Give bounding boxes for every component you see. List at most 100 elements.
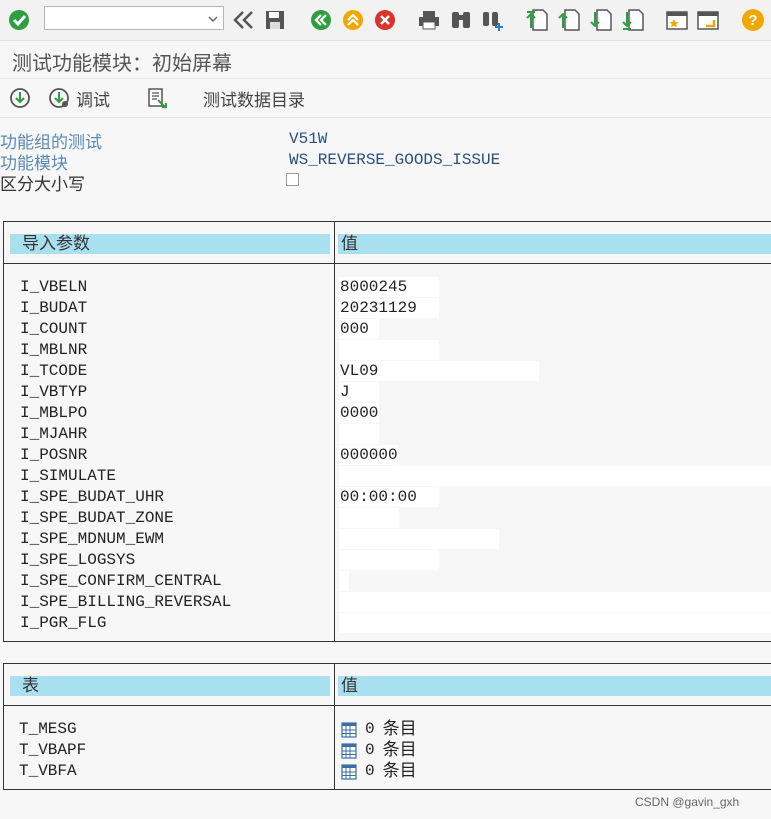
table-row: I_BUDAT 20231129 [4, 298, 771, 319]
enter-icon[interactable] [7, 8, 31, 32]
table-row: I_MBLNR [4, 340, 771, 361]
new-session-icon[interactable] [696, 8, 720, 32]
param-value-input[interactable]: J [339, 382, 379, 402]
test-data-directory-label-btn[interactable]: 测试数据目录 [203, 87, 305, 111]
param-value-input[interactable]: 8000245 [339, 277, 439, 297]
param-value-input[interactable]: 000 [339, 319, 379, 339]
table-row: I_MBLPO 0000 [4, 403, 771, 424]
param-name: I_SPE_CONFIRM_CENTRAL [20, 572, 222, 590]
param-name: I_MBLNR [20, 341, 88, 359]
import-values-header: 值 [338, 234, 771, 254]
header-separator [4, 263, 771, 264]
table-row: T_VBFA 0 条目 [4, 761, 771, 782]
cancel-icon[interactable] [373, 8, 397, 32]
next-page-icon[interactable] [589, 8, 613, 32]
bookmark-icon[interactable] [665, 8, 689, 32]
function-module-value: WS_REVERSE_GOODS_ISSUE [289, 151, 501, 169]
table-row: I_SPE_BUDAT_ZONE [4, 508, 771, 529]
table-row: I_SPE_MDNUM_EWM [4, 529, 771, 550]
param-name: I_MJAHR [20, 425, 88, 443]
save-icon[interactable] [263, 8, 287, 32]
test-data-directory-icon [148, 88, 167, 108]
command-input[interactable] [49, 8, 203, 30]
tables-panel: 表 值 T_MESG 0 条目 T_VBAPF 0 条目 T_VBFA 0 条目 [3, 663, 771, 790]
table-row: I_VBTYP J [4, 382, 771, 403]
table-entries-button[interactable]: 0 条目 [341, 740, 417, 761]
execute-button[interactable] [9, 87, 37, 109]
param-name: I_BUDAT [20, 299, 88, 317]
param-name: I_COUNT [20, 320, 88, 338]
param-value-input[interactable] [339, 550, 439, 570]
param-name: I_VBTYP [20, 383, 88, 401]
table-param-name: T_VBFA [19, 762, 77, 780]
entry-suffix: 条目 [382, 761, 417, 781]
exit-icon[interactable] [341, 8, 365, 32]
import-params-header: 导入参数 [10, 234, 330, 254]
param-value-input[interactable] [339, 592, 771, 612]
first-page-icon[interactable] [525, 8, 549, 32]
case-sensitive-checkbox[interactable] [286, 173, 299, 186]
param-name: I_MBLPO [20, 404, 88, 422]
param-name: I_SPE_BUDAT_ZONE [20, 509, 174, 527]
tables-value-header: 值 [338, 676, 771, 696]
param-value-input[interactable]: 00:00:00 [339, 487, 439, 507]
table-row: I_SPE_BUDAT_UHR 00:00:00 [4, 487, 771, 508]
param-name: I_POSNR [20, 446, 88, 464]
debug-icon [49, 88, 69, 108]
table-entries-button[interactable]: 0 条目 [341, 719, 417, 740]
table-row: I_TCODE VL09 [4, 361, 771, 382]
param-value-input[interactable]: 20231129 [339, 298, 439, 318]
print-icon[interactable] [417, 8, 441, 32]
last-page-icon[interactable] [621, 8, 645, 32]
debug-label: 调试 [76, 90, 110, 111]
table-row: I_MJAHR [4, 424, 771, 445]
table-row: I_SPE_BILLING_REVERSAL [4, 592, 771, 613]
entry-count: 0 [365, 762, 375, 780]
param-value-input[interactable] [339, 529, 499, 549]
find-icon[interactable] [449, 8, 473, 32]
entry-count: 0 [365, 741, 375, 759]
table-icon [341, 742, 357, 759]
param-name: I_SPE_MDNUM_EWM [20, 530, 165, 548]
param-name: I_VBELN [20, 278, 88, 296]
table-icon [341, 763, 357, 780]
page-title: 测试功能模块：初始屏幕 [12, 51, 232, 75]
table-param-name: T_VBAPF [19, 741, 87, 759]
help-icon[interactable]: ? [741, 8, 765, 32]
table-row: I_SIMULATE [4, 466, 771, 487]
param-value-input[interactable] [339, 424, 379, 444]
prev-page-icon[interactable] [557, 8, 581, 32]
back-icon[interactable] [309, 8, 333, 32]
chevron-down-icon[interactable] [207, 10, 219, 29]
header-separator [4, 705, 771, 706]
import-parameters-panel: 导入参数 值 I_VBELN 8000245 I_BUDAT 20231129 I_CO… [3, 221, 771, 642]
param-value-input[interactable] [339, 340, 439, 360]
case-sensitive-label: 区分大小写 [0, 175, 85, 195]
table-row: T_VBAPF 0 条目 [4, 740, 771, 761]
param-name: I_SIMULATE [20, 467, 117, 485]
title-bar: 测试功能模块：初始屏幕 [0, 40, 771, 79]
command-field[interactable] [44, 6, 224, 30]
param-value-input[interactable] [339, 613, 771, 633]
param-value-input[interactable]: VL09 [339, 361, 539, 381]
find-next-icon[interactable] [481, 8, 505, 32]
param-name: I_SPE_BUDAT_UHR [20, 488, 165, 506]
tables-header: 表 [10, 676, 330, 696]
system-toolbar: ? [0, 0, 771, 41]
param-value-input[interactable]: 0000 [339, 403, 379, 423]
test-data-directory-button[interactable] [146, 87, 168, 109]
watermark: CSDN @gavin_gxh [635, 795, 740, 809]
table-param-name: T_MESG [19, 720, 77, 738]
param-value-input[interactable] [339, 571, 349, 591]
collapse-left-icon[interactable] [232, 8, 256, 32]
entry-suffix: 条目 [382, 740, 417, 760]
param-value-input[interactable] [339, 466, 771, 486]
function-group-value: V51W [289, 130, 328, 148]
debug-button[interactable]: 调试 [48, 87, 110, 111]
param-value-input[interactable] [339, 508, 399, 528]
param-value-input[interactable]: 000000 [339, 445, 399, 465]
param-name: I_PGR_FLG [20, 614, 107, 632]
table-entries-button[interactable]: 0 条目 [341, 761, 417, 782]
application-toolbar: 调试 测试数据目录 [0, 79, 771, 118]
table-row: I_COUNT 000 [4, 319, 771, 340]
